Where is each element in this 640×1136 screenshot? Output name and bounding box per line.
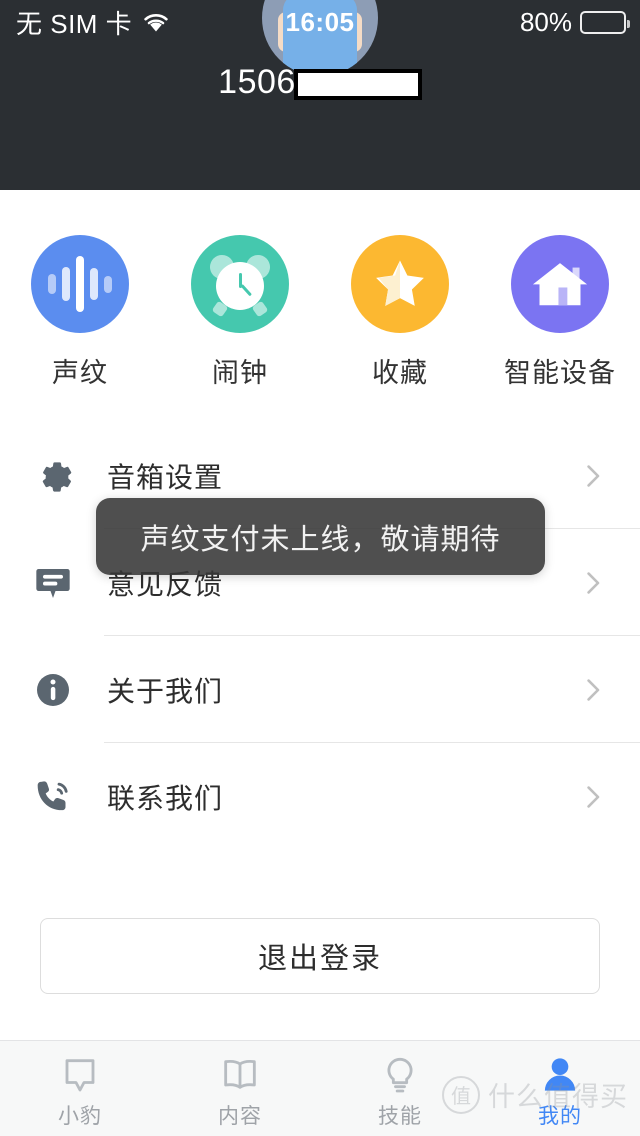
shortcut-label: 声纹 bbox=[52, 358, 108, 388]
chat-bubble-icon bbox=[60, 1054, 100, 1096]
phone-number-row: 1506 bbox=[0, 63, 640, 103]
alarm-clock-icon bbox=[191, 235, 289, 333]
profile-header: 无 SIM 卡 16:05 80% 1506 bbox=[0, 0, 640, 190]
menu-item-about-us[interactable]: 关于我们 bbox=[0, 636, 640, 743]
bottom-tab-bar: 小豹 内容 技能 我的 bbox=[0, 1040, 640, 1136]
info-icon bbox=[30, 670, 76, 710]
lightbulb-icon bbox=[380, 1054, 420, 1096]
feedback-icon bbox=[30, 563, 76, 603]
tab-content[interactable]: 内容 bbox=[160, 1041, 320, 1136]
chevron-right-icon bbox=[587, 571, 600, 594]
shortcut-favorites[interactable]: 收藏 bbox=[320, 235, 480, 390]
tab-label: 技能 bbox=[378, 1104, 422, 1128]
menu-item-label: 联系我们 bbox=[107, 782, 224, 814]
battery-percent-label: 80% bbox=[519, 6, 572, 37]
settings-list: 音箱设置 意见反馈 关于我们 联系我们 bbox=[0, 422, 640, 850]
tab-label: 内容 bbox=[218, 1104, 262, 1128]
battery-icon bbox=[580, 10, 630, 34]
shortcut-smart-device[interactable]: 智能设备 bbox=[480, 235, 640, 390]
status-bar-right: 80% bbox=[519, 6, 630, 38]
menu-item-contact-us[interactable]: 联系我们 bbox=[0, 743, 640, 850]
menu-item-label: 音箱设置 bbox=[107, 461, 224, 493]
shortcut-alarm[interactable]: 闹钟 bbox=[160, 235, 320, 390]
phone-number: 1506 bbox=[218, 63, 296, 101]
status-bar: 无 SIM 卡 16:05 80% bbox=[0, 0, 640, 44]
shortcut-voiceprint[interactable]: 声纹 bbox=[0, 235, 160, 390]
tab-profile[interactable]: 我的 bbox=[480, 1041, 640, 1136]
chevron-right-icon bbox=[587, 785, 600, 808]
person-icon bbox=[540, 1054, 580, 1096]
chevron-right-icon bbox=[587, 678, 600, 701]
phone-icon bbox=[30, 777, 76, 817]
menu-item-label: 关于我们 bbox=[107, 675, 224, 707]
shortcut-label: 闹钟 bbox=[212, 358, 268, 388]
tab-xiaobao[interactable]: 小豹 bbox=[0, 1041, 160, 1136]
voiceprint-icon bbox=[31, 235, 129, 333]
tab-skills[interactable]: 技能 bbox=[320, 1041, 480, 1136]
phone-redaction-box bbox=[293, 69, 422, 100]
tab-label: 小豹 bbox=[58, 1104, 102, 1128]
logout-button[interactable]: 退出登录 bbox=[40, 918, 600, 994]
tab-label: 我的 bbox=[538, 1104, 582, 1128]
star-icon bbox=[351, 235, 449, 333]
book-icon bbox=[220, 1054, 260, 1096]
shortcut-label: 收藏 bbox=[372, 358, 428, 388]
shortcut-grid: 声纹 闹钟 收藏 智能设备 bbox=[0, 190, 640, 422]
gear-icon bbox=[30, 456, 76, 496]
toast-message: 声纹支付未上线，敬请期待 bbox=[96, 498, 545, 575]
shortcut-label: 智能设备 bbox=[504, 358, 616, 388]
home-device-icon bbox=[511, 235, 609, 333]
chevron-right-icon bbox=[587, 464, 600, 487]
